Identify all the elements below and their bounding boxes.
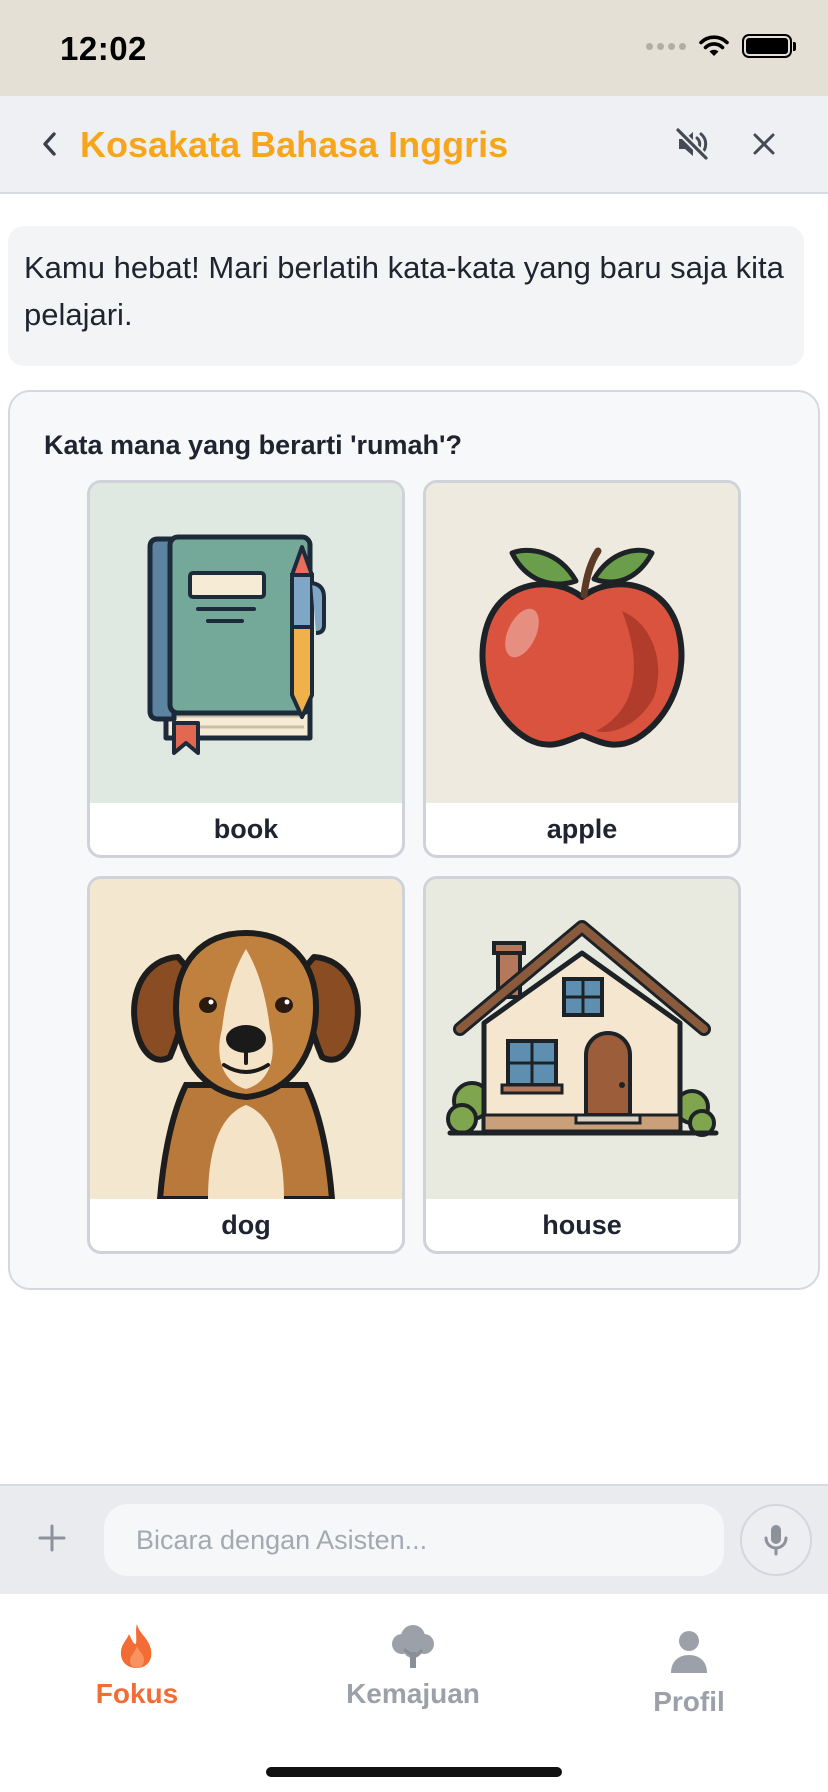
quiz-card: Kata mana yang berarti 'rumah'? book app… (8, 390, 820, 1290)
option-label: house (542, 1209, 622, 1240)
page-title: Kosakata Bahasa Inggris (80, 124, 509, 165)
add-attachment-button[interactable] (30, 1516, 74, 1560)
bottom-navigation: Fokus Kemajuan Profil (0, 1594, 828, 1792)
nav-item-kemajuan[interactable]: Kemajuan (303, 1620, 523, 1730)
plus-icon (38, 1524, 66, 1552)
assistant-message: Kamu hebat! Mari berlatih kata-kata yang… (8, 226, 804, 366)
microphone-icon (764, 1525, 788, 1556)
answer-option-apple[interactable]: apple (423, 480, 741, 858)
option-label: apple (546, 813, 618, 844)
person-icon (663, 1626, 715, 1678)
flame-icon (111, 1620, 163, 1672)
nav-label: Kemajuan (346, 1678, 480, 1709)
nav-item-profil[interactable]: Profil (579, 1626, 799, 1736)
book-illustration (90, 483, 402, 803)
close-button[interactable] (742, 122, 786, 166)
option-label: dog (221, 1209, 271, 1240)
chevron-left-icon (43, 132, 56, 156)
nav-label: Profil (653, 1686, 725, 1717)
battery-icon (742, 34, 796, 58)
assistant-chat-input[interactable] (104, 1504, 724, 1576)
status-time: 12:02 (60, 30, 147, 67)
message-text: Kamu hebat! Mari berlatih kata-kata yang… (24, 250, 784, 332)
back-button[interactable] (30, 124, 70, 164)
answer-option-book[interactable]: book (87, 480, 405, 858)
nav-label: Fokus (95, 1678, 179, 1709)
home-indicator (266, 1767, 562, 1777)
status-bar: 12:02 (0, 0, 828, 96)
nav-item-fokus[interactable]: Fokus (27, 1620, 247, 1730)
answer-option-dog[interactable]: dog (87, 876, 405, 1254)
cellular-signal-icon (646, 42, 686, 50)
tree-icon (387, 1620, 439, 1672)
microphone-button[interactable] (740, 1504, 812, 1576)
mute-button[interactable] (670, 122, 714, 166)
status-icons (646, 34, 796, 58)
apple-illustration (426, 483, 738, 803)
answer-option-house[interactable]: house (423, 876, 741, 1254)
dog-illustration (90, 879, 402, 1199)
quiz-question: Kata mana yang berarti 'rumah'? (44, 430, 462, 460)
house-illustration (426, 879, 738, 1199)
wifi-icon (699, 35, 729, 56)
chat-input-bar (0, 1484, 828, 1594)
option-label: book (213, 813, 279, 844)
speaker-muted-icon (675, 127, 709, 161)
header: Kosakata Bahasa Inggris (0, 96, 828, 194)
close-icon (753, 133, 775, 155)
